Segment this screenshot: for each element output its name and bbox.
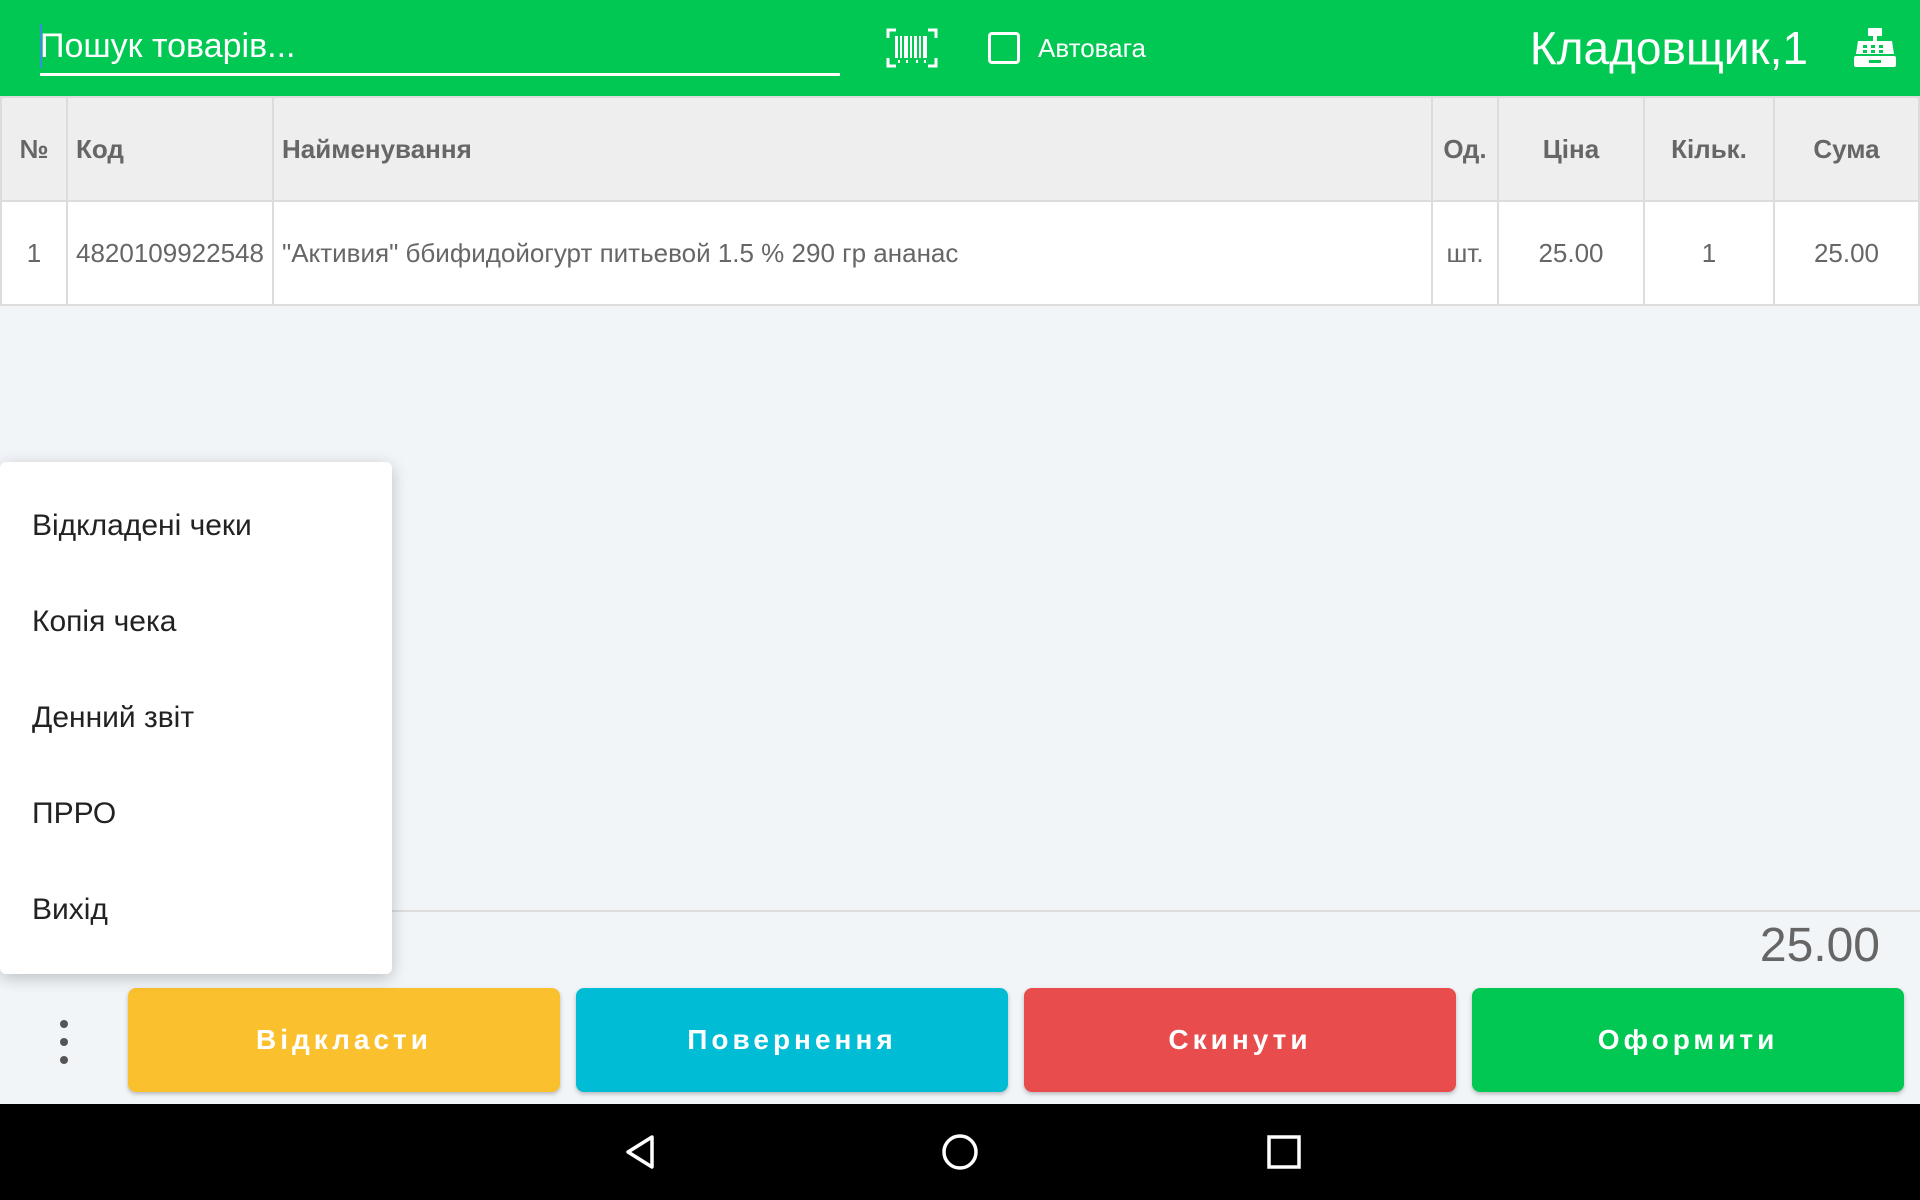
- cell-price[interactable]: 25.00: [1497, 200, 1645, 306]
- cell-name: "Активия" ббифидойогурт питьевой 1.5 % 2…: [271, 200, 1434, 306]
- menu-item-receipt-copy[interactable]: Копія чека: [0, 574, 392, 670]
- user-name: Кладовщик,1: [1529, 22, 1808, 74]
- recents-icon[interactable]: [1264, 1132, 1304, 1172]
- column-header-code: Код: [66, 96, 274, 202]
- menu-item-prro[interactable]: ПРРО: [0, 766, 392, 862]
- cell-quantity[interactable]: 1: [1643, 200, 1775, 306]
- receipt-table: № Код Найменування Од. Ціна Кільк. Сума …: [0, 96, 1920, 306]
- table-header-row: № Код Найменування Од. Ціна Кільк. Сума: [0, 96, 1920, 202]
- column-header-unit: Од.: [1431, 96, 1499, 202]
- search-input[interactable]: [40, 20, 840, 73]
- reset-button[interactable]: Скинути: [1024, 988, 1456, 1092]
- more-options-icon[interactable]: [50, 1020, 78, 1064]
- dot: [60, 1056, 68, 1064]
- autoweight-toggle[interactable]: Автовага: [988, 28, 1146, 68]
- cell-sum: 25.00: [1773, 200, 1920, 306]
- home-icon[interactable]: [940, 1132, 980, 1172]
- menu-item-deferred-receipts[interactable]: Відкладені чеки: [0, 478, 392, 574]
- menu-item-exit[interactable]: Вихід: [0, 862, 392, 958]
- autoweight-checkbox[interactable]: [988, 32, 1020, 64]
- barcode-scan-icon[interactable]: [886, 28, 938, 68]
- dot: [60, 1020, 68, 1028]
- column-header-number: №: [0, 96, 68, 202]
- defer-button[interactable]: Відкласти: [128, 988, 560, 1092]
- dot: [60, 1038, 68, 1046]
- cell-unit: шт.: [1431, 200, 1499, 306]
- search-field[interactable]: [40, 20, 840, 76]
- table-row[interactable]: 1 4820109922548 "Активия" ббифидойогурт …: [0, 200, 1920, 306]
- back-icon[interactable]: [620, 1132, 660, 1172]
- column-header-name: Найменування: [271, 96, 1434, 202]
- column-header-sum: Сума: [1773, 96, 1920, 202]
- cell-code: 4820109922548: [66, 200, 274, 306]
- overflow-menu: Відкладені чеки Копія чека Денний звіт П…: [0, 462, 392, 974]
- menu-item-daily-report[interactable]: Денний звіт: [0, 670, 392, 766]
- column-header-quantity: Кільк.: [1643, 96, 1775, 202]
- receipt-total: 25.00: [1759, 919, 1880, 972]
- column-header-price: Ціна: [1497, 96, 1645, 202]
- top-bar: Автовага Кладовщик,1: [0, 0, 1920, 96]
- autoweight-label: Автовага: [1038, 32, 1147, 63]
- checkout-button[interactable]: Оформити: [1472, 988, 1904, 1092]
- cash-register-icon[interactable]: [1852, 28, 1898, 68]
- cell-number: 1: [0, 200, 68, 306]
- text-cursor: [40, 24, 42, 68]
- system-nav-bar: [0, 1104, 1920, 1200]
- return-button[interactable]: Повернення: [576, 988, 1008, 1092]
